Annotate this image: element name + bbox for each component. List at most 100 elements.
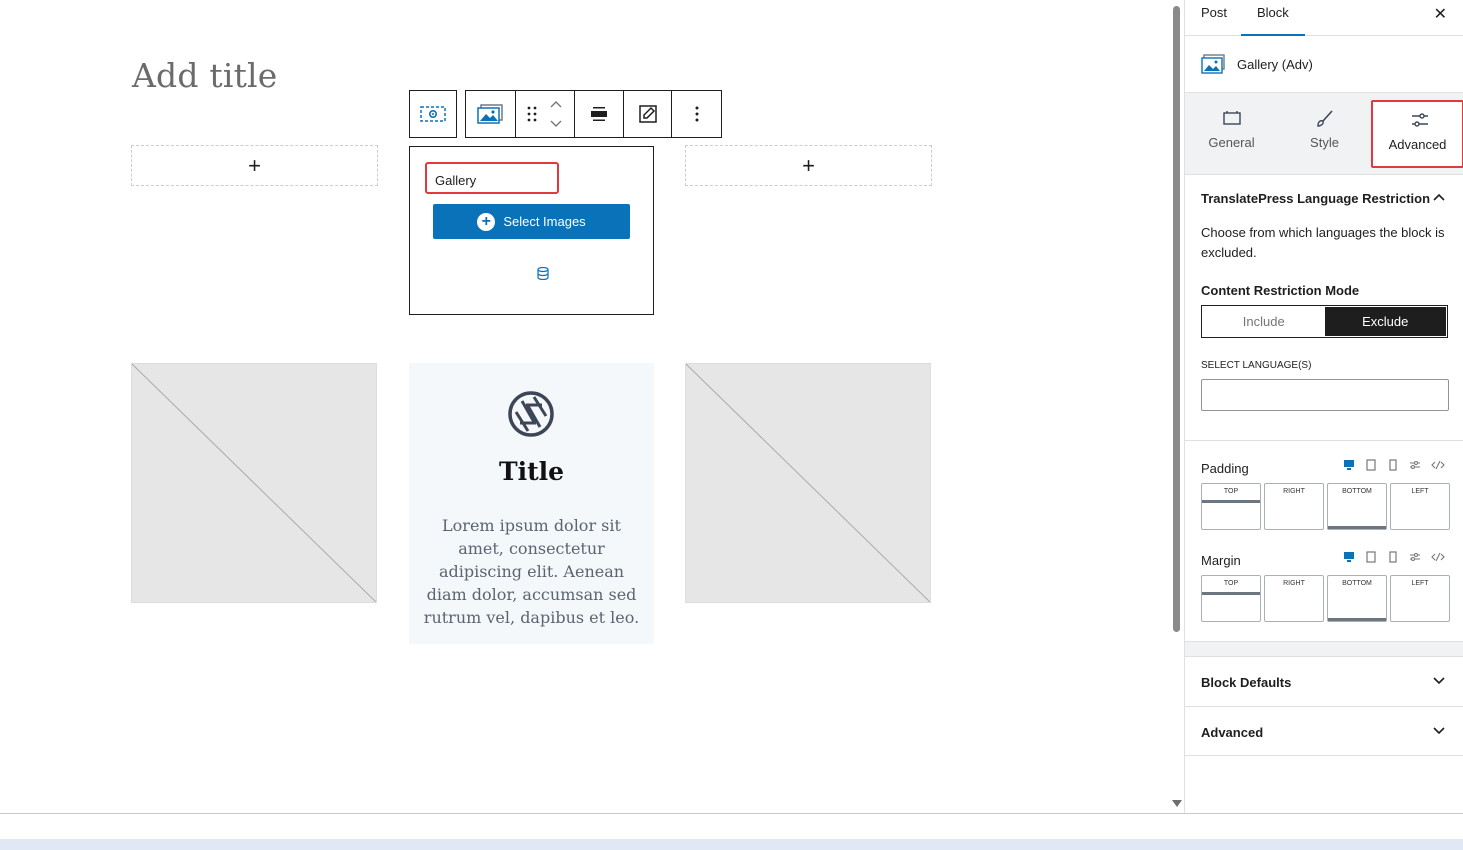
settings-sliders-icon[interactable] xyxy=(1409,459,1421,471)
padding-bottom-input[interactable]: BOTTOM xyxy=(1327,483,1387,530)
chevron-up-icon xyxy=(1433,193,1445,201)
more-options-button[interactable] xyxy=(672,91,721,137)
placeholder-diagonal-icon xyxy=(132,364,376,602)
select-parent-button[interactable] xyxy=(410,91,456,137)
row-layout-icon xyxy=(420,106,446,122)
brush-icon xyxy=(1317,110,1333,127)
padding-left-input[interactable]: LEFT xyxy=(1390,483,1450,530)
block-type-button[interactable] xyxy=(466,91,516,137)
exclude-option[interactable]: Exclude xyxy=(1324,307,1446,336)
select-images-button[interactable]: + Select Images xyxy=(433,204,630,239)
post-title-input[interactable]: Add title xyxy=(132,56,278,95)
sliders-icon xyxy=(1412,113,1428,127)
drag-move-group xyxy=(516,91,576,137)
select-languages-input[interactable] xyxy=(1201,379,1449,411)
tablet-icon[interactable] xyxy=(1365,459,1377,471)
taskbar-strip xyxy=(0,839,1463,850)
margin-top-input[interactable]: TOP xyxy=(1201,575,1261,622)
translatepress-title: TranslatePress Language Restriction xyxy=(1201,191,1431,206)
placeholder-diagonal-icon xyxy=(686,364,930,602)
advanced-title: Advanced xyxy=(1201,725,1264,740)
edit-image-icon xyxy=(638,105,657,123)
block-defaults-panel[interactable]: Block Defaults xyxy=(1185,656,1463,706)
padding-label: Padding xyxy=(1201,461,1249,476)
block-card: Gallery (Adv) xyxy=(1185,36,1463,93)
tablet-icon[interactable] xyxy=(1365,551,1377,563)
settings-sliders-icon[interactable] xyxy=(1409,551,1421,563)
drag-handle-icon[interactable] xyxy=(527,106,537,122)
block-defaults-title: Block Defaults xyxy=(1201,675,1292,690)
margin-inputs: TOP RIGHT BOTTOM LEFT xyxy=(1201,575,1450,622)
gallery-label: Gallery xyxy=(435,173,477,188)
editor-window: Add title + + Gallery + Select Images Ti… xyxy=(0,0,1463,850)
mobile-icon[interactable] xyxy=(1387,459,1399,471)
general-box-icon xyxy=(1223,111,1241,125)
info-box-title[interactable]: Title xyxy=(409,457,654,486)
restriction-mode-toggle: Include Exclude xyxy=(1201,305,1448,338)
scrollbar-thumb[interactable] xyxy=(1173,6,1180,632)
dynamic-source-icon[interactable] xyxy=(537,267,549,280)
edit-button[interactable] xyxy=(624,91,673,137)
tab-advanced[interactable]: Advanced xyxy=(1371,100,1463,168)
margin-device-icons xyxy=(1343,551,1445,563)
info-box-text[interactable]: Lorem ipsum dolor sit amet, consectetur … xyxy=(423,514,640,629)
unlink-icon[interactable] xyxy=(1431,551,1445,563)
translatepress-description: Choose from which languages the block is… xyxy=(1201,225,1445,260)
spacing-panel: Padding TOP RIGHT BOTTOM LEFT Margin TOP… xyxy=(1185,441,1463,642)
gallery-block[interactable]: Gallery + Select Images xyxy=(409,146,654,315)
padding-top-input[interactable]: TOP xyxy=(1201,483,1261,530)
align-button[interactable] xyxy=(575,91,624,137)
margin-label: Margin xyxy=(1201,553,1241,568)
align-full-icon xyxy=(591,107,607,121)
panel-gap xyxy=(1185,642,1463,656)
footer-area xyxy=(0,813,1463,850)
add-block-button[interactable]: + xyxy=(685,145,932,186)
more-vertical-icon xyxy=(695,106,699,122)
aperture-icon xyxy=(508,391,554,437)
select-languages-label: SELECT LANGUAGE(S) xyxy=(1201,360,1312,371)
gallery-label-highlight: Gallery xyxy=(425,162,559,194)
unlink-icon[interactable] xyxy=(1431,459,1445,471)
advanced-panel[interactable]: Advanced xyxy=(1185,706,1463,756)
close-sidebar-button[interactable]: ✕ xyxy=(1434,4,1447,24)
select-images-label: Select Images xyxy=(503,214,586,229)
info-box-block[interactable]: Title Lorem ipsum dolor sit amet, consec… xyxy=(409,363,654,644)
margin-left-input[interactable]: LEFT xyxy=(1390,575,1450,622)
settings-sidebar: Post Block ✕ Gallery (Adv) General Style… xyxy=(1184,0,1463,813)
block-toolbar xyxy=(465,90,722,138)
content-restriction-mode-label: Content Restriction Mode xyxy=(1201,283,1360,298)
add-block-button[interactable]: + xyxy=(131,145,378,186)
block-name: Gallery (Adv) xyxy=(1237,57,1313,72)
margin-bottom-input[interactable]: BOTTOM xyxy=(1327,575,1387,622)
desktop-icon[interactable] xyxy=(1343,459,1355,471)
padding-right-input[interactable]: RIGHT xyxy=(1264,483,1324,530)
tab-style-label: Style xyxy=(1310,135,1339,150)
inspector-tabs: General Style Advanced xyxy=(1185,93,1463,175)
image-placeholder[interactable] xyxy=(131,363,377,603)
gallery-image-icon xyxy=(477,104,504,124)
translatepress-panel: TranslatePress Language Restriction Choo… xyxy=(1185,175,1463,441)
tab-post[interactable]: Post xyxy=(1201,0,1227,36)
mobile-icon[interactable] xyxy=(1387,551,1399,563)
scroll-down-arrow-icon[interactable] xyxy=(1172,800,1182,807)
tab-advanced-label: Advanced xyxy=(1388,137,1447,152)
padding-inputs: TOP RIGHT BOTTOM LEFT xyxy=(1201,483,1450,530)
tab-style[interactable]: Style xyxy=(1278,93,1371,175)
block-parent-toolbar xyxy=(409,90,457,138)
translatepress-panel-header[interactable]: TranslatePress Language Restriction xyxy=(1185,175,1463,223)
chevron-down-icon xyxy=(1433,677,1445,685)
padding-device-icons xyxy=(1343,459,1445,471)
chevron-down-icon xyxy=(1433,727,1445,735)
include-option[interactable]: Include xyxy=(1203,307,1325,336)
editor-canvas: Add title + + Gallery + Select Images Ti… xyxy=(0,0,1170,813)
tab-general[interactable]: General xyxy=(1185,93,1278,175)
image-placeholder[interactable] xyxy=(685,363,931,603)
move-up-down-icon[interactable] xyxy=(549,99,563,129)
tab-block[interactable]: Block xyxy=(1241,0,1305,36)
plus-circle-icon: + xyxy=(477,212,496,231)
desktop-icon[interactable] xyxy=(1343,551,1355,563)
margin-right-input[interactable]: RIGHT xyxy=(1264,575,1324,622)
canvas-scrollbar[interactable] xyxy=(1170,0,1184,813)
tab-general-label: General xyxy=(1208,135,1255,150)
sidebar-tabs: Post Block ✕ xyxy=(1185,0,1463,36)
